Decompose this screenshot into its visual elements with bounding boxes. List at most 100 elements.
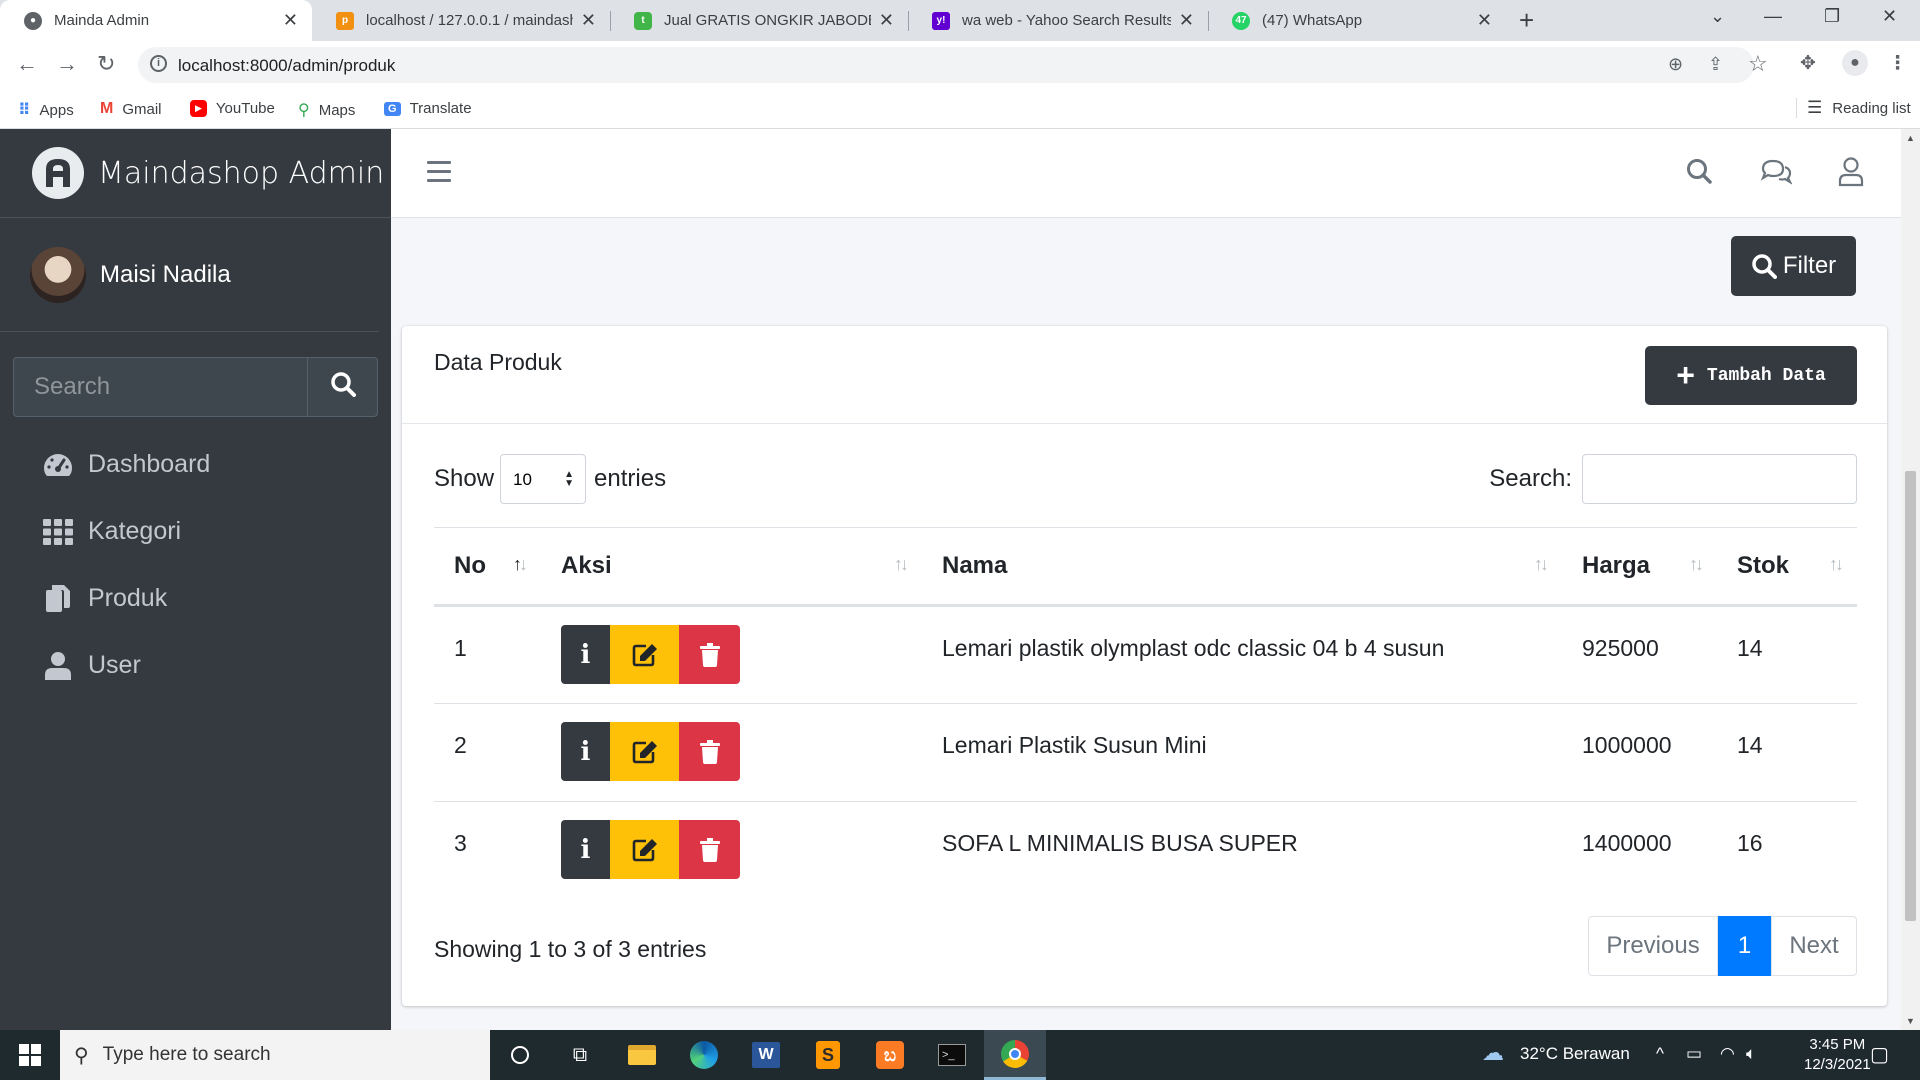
xampp-icon[interactable]: ಬ xyxy=(860,1030,920,1080)
sidebar-item-dashboard[interactable]: Dashboard xyxy=(0,431,391,498)
start-button[interactable] xyxy=(0,1030,60,1080)
bookmark-gmail[interactable]: M Gmail xyxy=(100,100,162,118)
gmail-icon: M xyxy=(100,100,114,117)
filter-label: Filter xyxy=(1782,252,1837,279)
cell-no: 2 xyxy=(434,703,541,802)
close-tab-icon[interactable]: ✕ xyxy=(1179,10,1194,31)
browser-tab-phpmyadmin[interactable]: p localhost / 127.0.0.1 / maindasho ✕ xyxy=(312,0,610,41)
hamburger-menu-icon[interactable] xyxy=(427,161,451,188)
url-text[interactable]: localhost:8000/admin/produk xyxy=(178,56,395,76)
forward-icon[interactable]: → xyxy=(56,51,78,77)
sidebar-item-produk[interactable]: Produk xyxy=(0,565,391,632)
sublime-text-icon[interactable]: S xyxy=(798,1030,858,1080)
close-tab-icon[interactable]: ✕ xyxy=(581,10,596,31)
scrollbar-thumb[interactable] xyxy=(1905,471,1916,921)
battery-icon[interactable]: ▭ xyxy=(1686,1044,1702,1064)
filter-button[interactable]: Filter xyxy=(1731,236,1856,296)
close-tab-icon[interactable]: ✕ xyxy=(879,10,894,31)
maximize-icon[interactable]: ❐ xyxy=(1824,6,1840,27)
tab-search-chevron-icon[interactable]: ⌄ xyxy=(1710,6,1725,27)
notification-center-icon[interactable]: ▢ xyxy=(1870,1042,1889,1067)
sidebar-search xyxy=(13,357,378,417)
column-header-nama[interactable]: Nama ↑↓ xyxy=(922,527,1562,607)
close-tab-icon[interactable]: ✕ xyxy=(283,10,298,31)
pagination-next[interactable]: Next xyxy=(1771,916,1857,976)
user-panel[interactable]: Maisi Nadila xyxy=(0,218,379,332)
sidebar-search-button[interactable] xyxy=(307,357,378,417)
word-icon[interactable]: W xyxy=(736,1030,796,1080)
address-bar[interactable]: i localhost:8000/admin/produk ⊕ ⇪ ☆ xyxy=(138,47,1768,83)
weather-cloud-icon[interactable]: ☁ xyxy=(1482,1040,1504,1066)
bookmark-apps[interactable]: ⠿ Apps xyxy=(18,100,74,120)
menu-kebab-icon[interactable]: ⋮ xyxy=(1888,52,1907,75)
sidebar-search-input[interactable] xyxy=(13,357,307,417)
cell-harga: 1400000 xyxy=(1582,830,1672,856)
zoom-icon[interactable]: ⊕ xyxy=(1668,54,1683,75)
scroll-down-arrow-icon[interactable]: ▼ xyxy=(1906,1016,1915,1026)
system-clock[interactable]: 3:45 PM 12/3/2021 xyxy=(1804,1035,1871,1075)
volume-icon[interactable]: 🔈︎ xyxy=(1746,1044,1756,1064)
sidebar-item-kategori[interactable]: Kategori xyxy=(0,498,391,565)
info-icon[interactable]: i xyxy=(150,55,167,72)
sidebar-item-label: Produk xyxy=(88,584,168,612)
wifi-icon[interactable]: ◠ xyxy=(1720,1044,1735,1064)
search-icon[interactable] xyxy=(1685,157,1713,190)
cell-nama: SOFA L MINIMALIS BUSA SUPER xyxy=(942,830,1298,856)
detail-button[interactable]: i xyxy=(561,820,610,879)
delete-button[interactable] xyxy=(679,722,740,781)
delete-button[interactable] xyxy=(679,820,740,879)
reading-list-button[interactable]: ☰ Reading list xyxy=(1796,98,1911,118)
table-search-input[interactable] xyxy=(1582,454,1857,504)
sidebar-item-user[interactable]: User xyxy=(0,632,391,699)
user-name[interactable]: Maisi Nadila xyxy=(100,261,231,289)
user-profile-icon[interactable] xyxy=(1838,157,1864,192)
page-scrollbar[interactable]: ▲ ▼ xyxy=(1901,129,1920,1030)
bookmark-youtube[interactable]: ▶ YouTube xyxy=(190,100,275,117)
tambah-data-button[interactable]: + Tambah Data xyxy=(1645,346,1857,405)
browser-tab-tokopedia[interactable]: t Jual GRATIS ONGKIR JABODETAB ✕ xyxy=(610,0,908,41)
edit-button[interactable] xyxy=(610,820,679,879)
reload-icon[interactable]: ↻ xyxy=(97,51,115,77)
bookmark-translate[interactable]: G Translate xyxy=(384,100,472,117)
scroll-up-arrow-icon[interactable]: ▲ xyxy=(1906,133,1915,143)
column-header-aksi[interactable]: Aksi ↑↓ xyxy=(541,527,922,607)
show-hidden-icons-chevron-icon[interactable]: ^ xyxy=(1656,1044,1664,1064)
column-label: Harga xyxy=(1582,552,1651,579)
entries-select[interactable]: 10 xyxy=(500,454,587,504)
cortana-icon[interactable] xyxy=(490,1030,550,1080)
profile-icon[interactable]: ● xyxy=(1842,50,1868,76)
bookmark-star-icon[interactable]: ☆ xyxy=(1748,51,1768,77)
table-info: Showing 1 to 3 of 3 entries xyxy=(434,936,707,962)
column-header-no[interactable]: No ↑↓ xyxy=(434,527,541,607)
close-tab-icon[interactable]: ✕ xyxy=(1477,10,1492,31)
detail-button[interactable]: i xyxy=(561,722,610,781)
browser-tab-whatsapp[interactable]: 47 (47) WhatsApp ✕ xyxy=(1208,0,1506,41)
weather-text[interactable]: 32°C Berawan xyxy=(1520,1044,1630,1064)
back-icon[interactable]: ← xyxy=(16,51,38,77)
extensions-icon[interactable]: ✥ xyxy=(1800,52,1816,75)
file-explorer-icon[interactable] xyxy=(612,1030,672,1080)
chrome-icon[interactable] xyxy=(984,1030,1046,1080)
brand-link[interactable]: Maindashop Admin xyxy=(0,129,391,218)
edit-button[interactable] xyxy=(610,722,679,781)
column-header-stok[interactable]: Stok ↑↓ xyxy=(1717,527,1857,607)
taskbar-search[interactable]: ⚲ Type here to search xyxy=(60,1030,490,1080)
column-header-harga[interactable]: Harga ↑↓ xyxy=(1562,527,1717,607)
browser-tab-yahoo[interactable]: y! wa web - Yahoo Search Results ✕ xyxy=(908,0,1208,41)
terminal-icon[interactable]: >_ xyxy=(922,1030,982,1080)
share-icon[interactable]: ⇪ xyxy=(1708,54,1723,75)
pagination-page-current[interactable]: 1 xyxy=(1718,916,1771,976)
browser-tab-mainda-admin[interactable]: ● Mainda Admin ✕ xyxy=(0,0,312,41)
delete-button[interactable] xyxy=(679,625,740,684)
task-view-icon[interactable]: ⧉ xyxy=(550,1030,610,1080)
bookmark-maps[interactable]: ⚲ Maps xyxy=(298,100,355,120)
close-window-icon[interactable]: ✕ xyxy=(1882,6,1897,27)
new-tab-icon[interactable]: + xyxy=(1519,5,1534,36)
edit-button[interactable] xyxy=(610,625,679,684)
cell-harga: 1000000 xyxy=(1562,703,1717,802)
detail-button[interactable]: i xyxy=(561,625,610,684)
pagination-previous[interactable]: Previous xyxy=(1588,916,1718,976)
comments-icon[interactable] xyxy=(1760,157,1793,190)
edge-icon[interactable] xyxy=(674,1030,734,1080)
minimize-icon[interactable]: — xyxy=(1764,6,1782,27)
